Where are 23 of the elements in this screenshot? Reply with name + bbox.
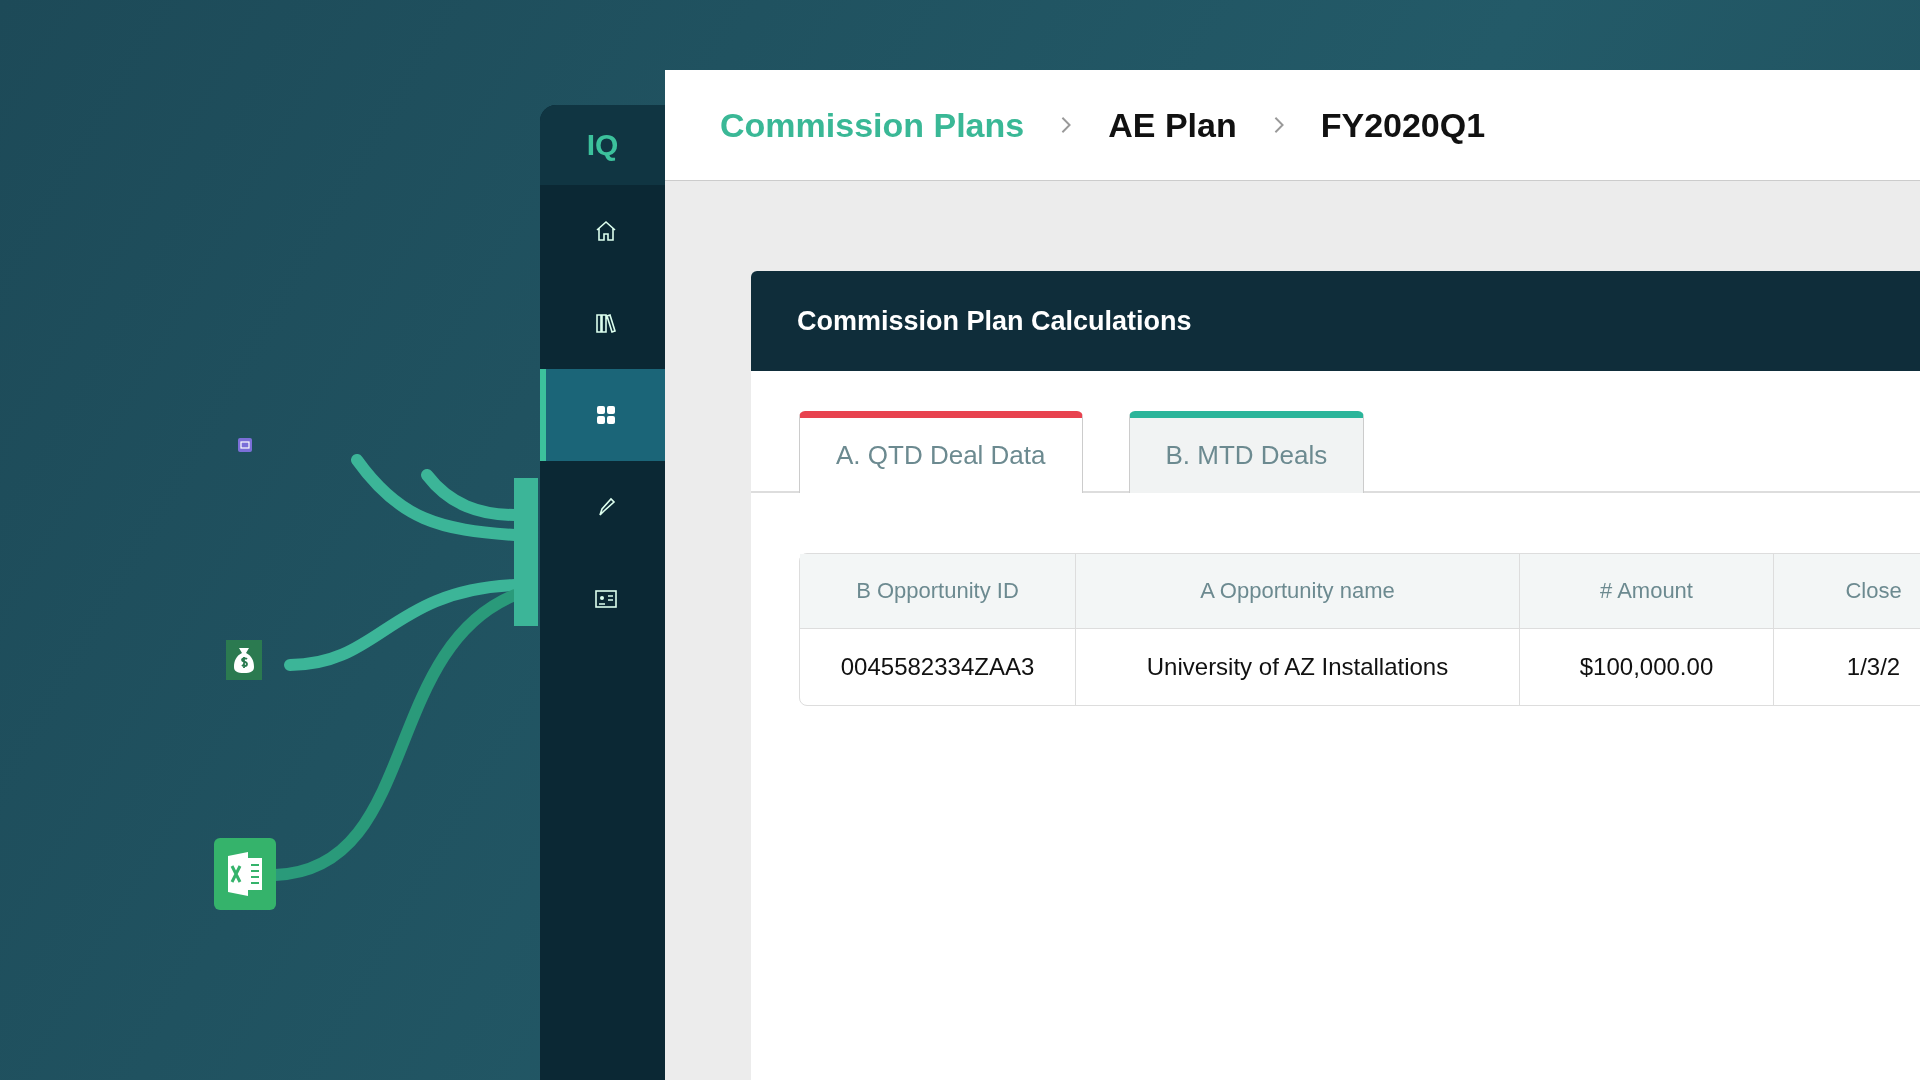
card-icon	[238, 438, 252, 452]
column-header: A Opportunity name	[1076, 554, 1520, 628]
tab[interactable]: B. MTD Deals	[1128, 411, 1365, 493]
table-cell: $100,000.00	[1520, 629, 1774, 705]
breadcrumb-item: AE Plan	[1108, 105, 1237, 145]
chevron-icon	[1272, 115, 1285, 135]
table-cell: University of AZ Installations	[1076, 629, 1520, 705]
spreadsheet-icon	[214, 838, 276, 910]
breadcrumb-link[interactable]: Commission Plans	[720, 105, 1025, 145]
card-title: Commission Plan Calculations	[797, 305, 1192, 337]
column-header: B Opportunity ID	[800, 554, 1076, 628]
table-cell: 0045582334ZAA3	[800, 629, 1076, 705]
breadcrumb-item: FY2020Q1	[1320, 105, 1486, 145]
money-bag-icon	[226, 640, 262, 680]
column-header: Close	[1774, 554, 1920, 628]
chevron-icon	[1060, 115, 1073, 135]
tab[interactable]: A. QTD Deal Data	[799, 411, 1083, 493]
column-header: # Amount	[1520, 554, 1774, 628]
table-cell: 1/3/2	[1774, 629, 1920, 705]
nav-item[interactable]	[540, 369, 665, 461]
app-logo: IQ	[540, 105, 665, 185]
id-card-icon	[593, 587, 618, 611]
books-icon	[593, 311, 618, 335]
